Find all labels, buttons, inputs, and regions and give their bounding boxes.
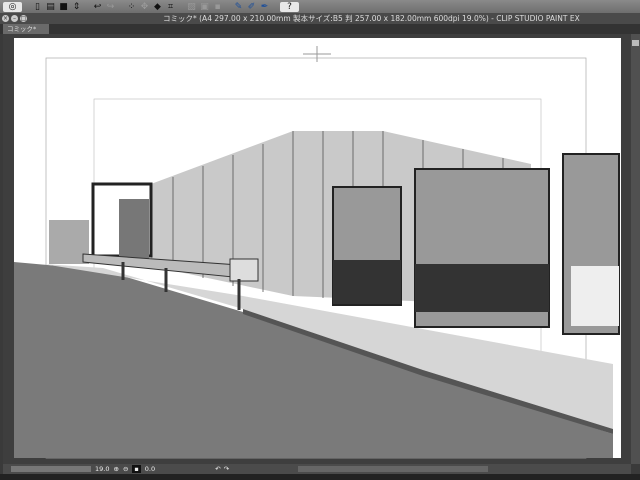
minimize-icon[interactable]: – (11, 15, 18, 22)
tab-bar: コミック* (0, 24, 640, 34)
disabled-2-icon[interactable]: ▣ (199, 2, 210, 12)
undo-icon[interactable]: ↩ (92, 2, 103, 12)
pen-icon[interactable]: ✎ (233, 2, 244, 12)
window-title: コミック* (A4 297.00 x 210.00mm 製本サイズ:B5 判 2… (163, 14, 580, 23)
save-icon[interactable]: ■ (58, 2, 69, 12)
new-file-icon[interactable]: ▯ (32, 2, 43, 12)
artwork (14, 38, 621, 459)
view-icon[interactable]: ◎ (3, 1, 22, 12)
rotate-left-icon[interactable]: ↶ (215, 465, 220, 473)
pen-3-icon[interactable]: ✒ (259, 2, 270, 12)
disabled-3-icon[interactable]: ▪ (212, 2, 223, 12)
angle-value[interactable]: 0.0 (145, 465, 155, 473)
document-titlebar: × – □ コミック* (A4 297.00 x 210.00mm 製本サイズ:… (0, 13, 640, 24)
help-icon[interactable]: ? (280, 1, 299, 12)
pen-2-icon[interactable]: ✐ (246, 2, 257, 12)
canvas-area[interactable] (3, 34, 631, 464)
maximize-icon[interactable]: □ (20, 15, 27, 22)
vertical-scrollbar[interactable] (631, 34, 640, 464)
tab-label: コミック* (7, 25, 37, 33)
horizontal-scrollbar[interactable] (298, 466, 488, 472)
transform-icon[interactable]: ✥ (139, 2, 150, 12)
zoom-out-icon[interactable]: ⊖ (123, 465, 128, 473)
fit-icon[interactable]: ▪ (132, 465, 141, 473)
open-icon[interactable]: ▤ (45, 2, 56, 12)
redo-icon[interactable]: ↪ (105, 2, 116, 12)
rotate-right-icon[interactable]: ↷ (224, 465, 229, 473)
close-icon[interactable]: × (2, 15, 9, 22)
fill-icon[interactable]: ◆ (152, 2, 163, 12)
tab-comic[interactable]: コミック* (3, 24, 49, 34)
spinner-icon[interactable]: ⇕ (71, 2, 82, 12)
zoom-slider[interactable] (11, 466, 91, 472)
status-bar: 19.0 ⊕ ⊖ ▪ 0.0 ↶ ↷ (3, 464, 631, 474)
crop-icon[interactable]: ⌗ (165, 2, 176, 12)
scroll-thumb[interactable] (632, 40, 639, 46)
selection-icon[interactable]: ⁘ (126, 2, 137, 12)
disabled-1-icon[interactable]: ▨ (186, 2, 197, 12)
zoom-in-icon[interactable]: ⊕ (113, 465, 118, 473)
desktop-strip (0, 474, 640, 480)
main-toolbar: ◎ ▯ ▤ ■ ⇕ ↩ ↪ ⁘ ✥ ◆ ⌗ ▨ ▣ ▪ ✎ ✐ ✒ ? (0, 0, 640, 13)
zoom-value[interactable]: 19.0 (95, 465, 109, 473)
